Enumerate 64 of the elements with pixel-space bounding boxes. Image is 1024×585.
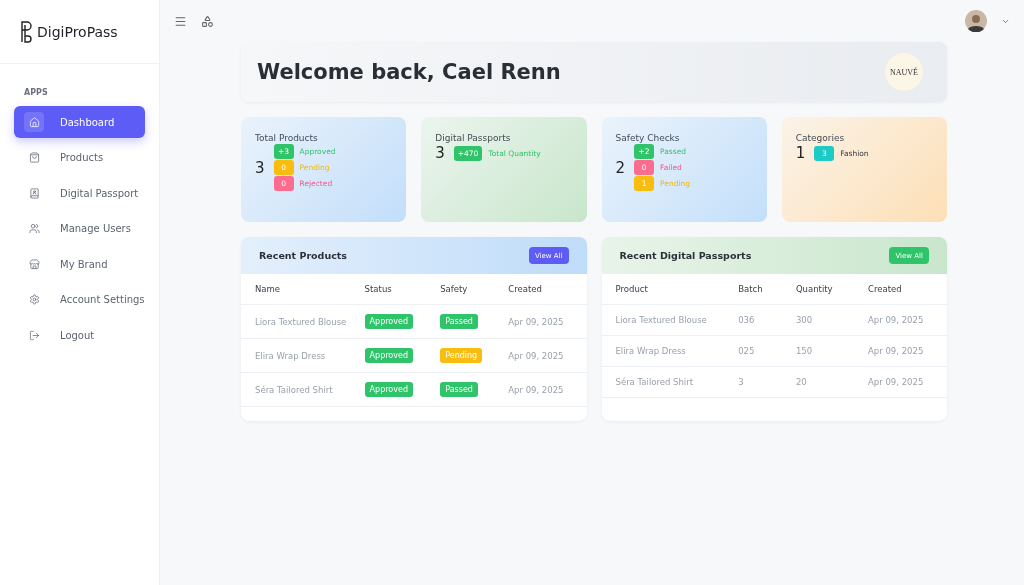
status-badge: Approved — [364, 382, 413, 397]
section-label: APPS — [24, 88, 49, 97]
stat-title: Safety Checks — [615, 133, 681, 143]
stat-title: Categories — [795, 133, 846, 143]
column-header: Created — [508, 284, 543, 294]
stat-title: Total Products — [255, 133, 319, 143]
sidebar-item[interactable]: Digital Passport — [14, 177, 145, 209]
sidebar-item[interactable]: Products — [14, 141, 145, 174]
column-header: Quantity — [795, 284, 834, 294]
safety-badge: Passed — [440, 314, 478, 329]
column-header: Status — [364, 284, 393, 294]
stat-value: 3 — [435, 144, 445, 162]
safety-badge: Passed — [440, 382, 478, 397]
table-cell-text: 150 — [795, 346, 814, 356]
column-header: Safety — [440, 284, 469, 294]
sidebar-item[interactable]: Logout — [14, 319, 145, 351]
table-cell-text: Séra Tailored Shirt — [615, 377, 695, 387]
status-badge: Approved — [364, 314, 413, 329]
menu-icon[interactable] — [174, 14, 187, 28]
sidebar-item[interactable]: My Brand — [14, 248, 145, 280]
table-cell-text: Apr 09, 2025 — [508, 350, 565, 361]
column-header: Created — [868, 284, 903, 294]
table-cell-text: Apr 09, 2025 — [508, 384, 565, 395]
table-cell-text: Séra Tailored Shirt — [255, 384, 334, 395]
avatar[interactable] — [965, 10, 987, 32]
safety-badge: Pending — [440, 348, 483, 363]
table-cell-text: 036 — [738, 315, 756, 325]
table-cell-text: 3 — [738, 377, 745, 387]
card-title: Recent Products — [259, 250, 347, 261]
id-card-icon — [28, 187, 40, 199]
bag-icon — [28, 152, 40, 163]
table-cell-text: Elira Wrap Dress — [255, 350, 327, 361]
table-cell-text: 300 — [795, 315, 814, 325]
table-cell-text: Apr 09, 2025 — [868, 377, 925, 387]
welcome-title: Welcome back, Cael Renn — [257, 60, 561, 84]
stat-value: 3 — [255, 158, 265, 177]
column-header: Batch — [738, 284, 764, 294]
store-icon — [28, 258, 40, 270]
brand-name: DigiProPass — [37, 23, 118, 40]
stat-title: Digital Passports — [435, 133, 512, 143]
stat-value: 2 — [615, 158, 626, 177]
stat-value: 1 — [795, 144, 806, 162]
column-header: Product — [615, 284, 649, 294]
table-cell-text: 025 — [738, 346, 756, 356]
apps-icon[interactable] — [201, 14, 214, 28]
table-cell-text: 20 — [795, 377, 808, 387]
table-cell-text: Liora Textured Blouse — [255, 316, 348, 327]
status-badge: Approved — [364, 348, 413, 363]
brand-logo: NAUVÉ — [885, 53, 923, 91]
table-cell-text: Elira Wrap Dress — [615, 346, 687, 356]
users-icon — [28, 223, 40, 234]
table-cell-text: Apr 09, 2025 — [868, 346, 925, 356]
sidebar-item[interactable]: Account Settings — [14, 283, 145, 316]
table-cell-text: Apr 09, 2025 — [868, 315, 925, 325]
sidebar-item[interactable]: Dashboard — [14, 106, 145, 138]
card-title: Recent Digital Passports — [619, 250, 752, 261]
column-header: Name — [255, 284, 282, 294]
table-cell-text: Apr 09, 2025 — [508, 316, 565, 327]
logout-icon — [28, 329, 40, 341]
home-icon — [28, 116, 40, 128]
table-cell-text: Liora Textured Blouse — [615, 315, 708, 325]
settings-icon — [28, 294, 40, 305]
sidebar-item[interactable]: Manage Users — [14, 212, 145, 245]
logo-icon — [20, 20, 34, 43]
